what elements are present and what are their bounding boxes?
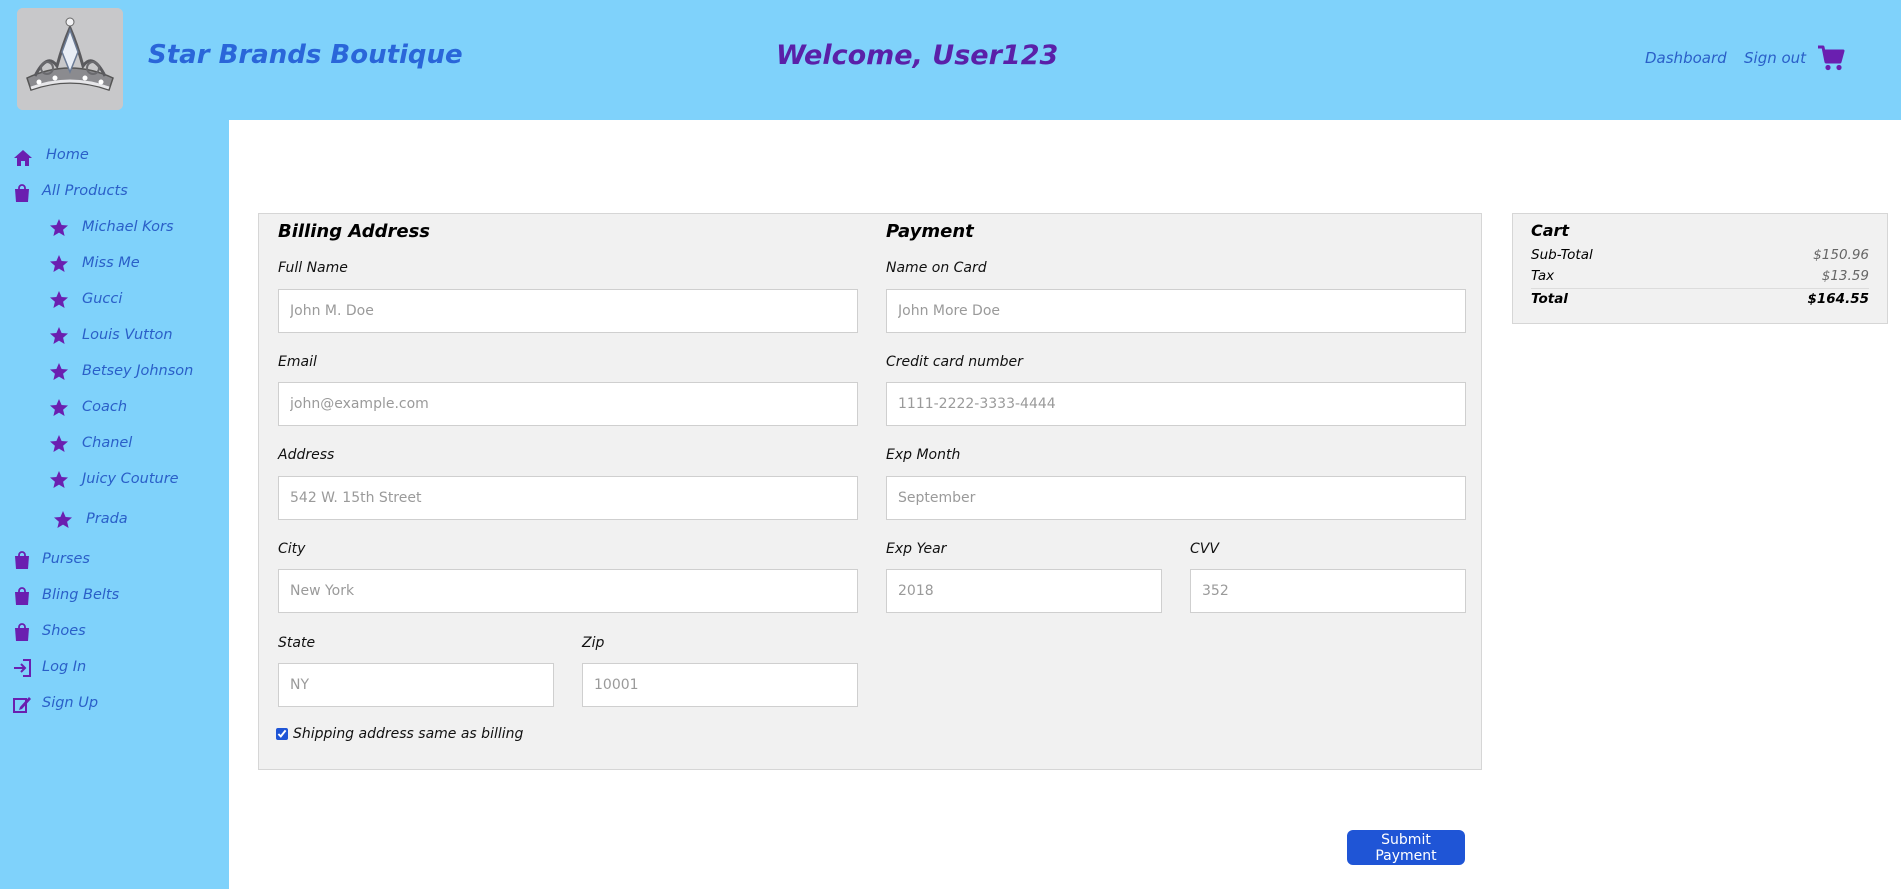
email-label: Email: [278, 354, 317, 370]
subtotal-row: Sub-Total $150.96: [1531, 247, 1869, 263]
sidebar-item-coach[interactable]: Coach: [82, 399, 127, 415]
cvv-label: CVV: [1190, 541, 1219, 557]
signout-link[interactable]: Sign out: [1744, 49, 1806, 67]
full-name-label: Full Name: [278, 260, 348, 276]
home-icon: [14, 150, 32, 166]
submit-payment-button[interactable]: Submit Payment: [1347, 830, 1465, 865]
state-input[interactable]: [278, 663, 554, 707]
name-on-card-input[interactable]: [886, 289, 1466, 333]
sidebar-item-sign-up[interactable]: Sign Up: [42, 695, 98, 711]
total-label: Total: [1531, 291, 1568, 307]
sidebar-item-prada[interactable]: Prada: [86, 511, 128, 527]
shopping-cart-icon[interactable]: [1817, 44, 1845, 72]
star-icon: [50, 435, 68, 452]
shopping-bag-icon: [15, 184, 29, 202]
exp-month-label: Exp Month: [886, 447, 961, 463]
cart-summary: Cart Sub-Total $150.96 Tax $13.59 Total …: [1512, 213, 1888, 324]
total-value: $164.55: [1807, 291, 1870, 307]
sidebar-item-gucci[interactable]: Gucci: [82, 291, 122, 307]
exp-year-label: Exp Year: [886, 541, 947, 557]
total-row: Total $164.55: [1531, 291, 1869, 307]
star-icon: [50, 399, 68, 416]
star-icon: [50, 471, 68, 488]
sidebar-item-purses[interactable]: Purses: [42, 551, 90, 567]
sidebar-item-juicy-couture[interactable]: Juicy Couture: [82, 471, 179, 487]
sidebar-item-bling-belts[interactable]: Bling Belts: [42, 587, 119, 603]
subtotal-label: Sub-Total: [1531, 247, 1593, 263]
card-number-label: Credit card number: [886, 354, 1023, 370]
sidebar: Home All Products Michael Kors Miss Me G…: [0, 120, 229, 889]
address-input[interactable]: [278, 476, 858, 520]
signup-icon: [13, 697, 31, 713]
card-number-input[interactable]: [886, 382, 1466, 426]
star-icon: [54, 511, 72, 528]
tiara-logo[interactable]: [17, 8, 123, 110]
sidebar-item-louis-vutton[interactable]: Louis Vutton: [82, 327, 173, 343]
zip-input[interactable]: [582, 663, 858, 707]
exp-month-input[interactable]: [886, 476, 1466, 520]
sidebar-item-michael-kors[interactable]: Michael Kors: [82, 219, 174, 235]
name-on-card-label: Name on Card: [886, 260, 987, 276]
welcome-message: Welcome, User123: [776, 40, 1059, 71]
shopping-bag-icon: [15, 587, 29, 605]
star-icon: [50, 291, 68, 308]
star-icon: [50, 327, 68, 344]
login-icon: [14, 659, 31, 677]
star-icon: [50, 255, 68, 272]
tax-value: $13.59: [1821, 268, 1869, 284]
sidebar-item-home[interactable]: Home: [46, 147, 89, 163]
dashboard-link[interactable]: Dashboard: [1645, 49, 1727, 67]
city-input[interactable]: [278, 569, 858, 613]
exp-year-input[interactable]: [886, 569, 1162, 613]
billing-address-heading: Billing Address: [278, 221, 431, 242]
state-label: State: [278, 635, 316, 651]
sidebar-item-chanel[interactable]: Chanel: [82, 435, 132, 451]
cart-heading: Cart: [1531, 221, 1570, 240]
star-icon: [50, 363, 68, 380]
cvv-input[interactable]: [1190, 569, 1466, 613]
same-as-billing-label[interactable]: Shipping address same as billing: [293, 726, 523, 742]
sidebar-item-all-products[interactable]: All Products: [42, 183, 128, 199]
subtotal-value: $150.96: [1813, 247, 1869, 263]
checkout-form-panel: Billing Address Full Name Email Address …: [258, 213, 1482, 770]
address-label: Address: [278, 447, 335, 463]
sidebar-item-shoes[interactable]: Shoes: [42, 623, 86, 639]
cart-divider: [1531, 288, 1869, 289]
same-as-billing-checkbox[interactable]: [276, 728, 288, 740]
full-name-input[interactable]: [278, 289, 858, 333]
tax-label: Tax: [1531, 268, 1555, 284]
star-icon: [50, 219, 68, 236]
shopping-bag-icon: [15, 551, 29, 569]
brand-title[interactable]: Star Brands Boutique: [148, 40, 463, 70]
zip-label: Zip: [582, 635, 605, 651]
header: Star Brands Boutique Welcome, User123 Da…: [0, 0, 1901, 120]
email-input[interactable]: [278, 382, 858, 426]
payment-heading: Payment: [886, 221, 974, 242]
sidebar-item-betsey-johnson[interactable]: Betsey Johnson: [82, 363, 193, 379]
city-label: City: [278, 541, 306, 557]
tax-row: Tax $13.59: [1531, 268, 1869, 284]
sidebar-item-log-in[interactable]: Log In: [42, 659, 86, 675]
shopping-bag-icon: [15, 623, 29, 641]
sidebar-item-miss-me[interactable]: Miss Me: [82, 255, 140, 271]
